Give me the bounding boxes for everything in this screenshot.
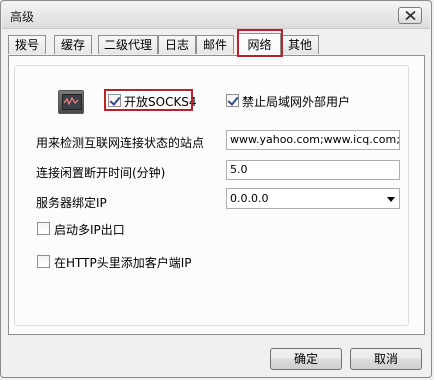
bind-ip-label: 服务器绑定IP	[36, 196, 107, 210]
tab-mail[interactable]: 邮件	[196, 35, 234, 54]
tab-network[interactable]: 网络	[238, 33, 281, 56]
multi-ip-exit-checkbox[interactable]	[37, 222, 50, 235]
tab-dialup[interactable]: 拨号	[8, 35, 46, 54]
block-lan-external-label[interactable]: 禁止局域网外部用户	[242, 93, 350, 110]
chevron-down-icon	[387, 197, 395, 202]
connectivity-check-sites-label: 用来检测互联网连接状态的站点	[36, 136, 205, 150]
tab-label: 网络	[247, 38, 272, 52]
network-monitor-icon	[58, 90, 84, 114]
cancel-button[interactable]: 取消	[350, 348, 422, 370]
connectivity-check-sites-input[interactable]: www.yahoo.com;www.icq.com;www	[226, 130, 400, 150]
tab-label: 邮件	[202, 38, 227, 52]
tab-label: 拨号	[14, 38, 39, 52]
enable-socks4-checkbox[interactable]	[108, 94, 121, 107]
tab-label: 日志	[164, 38, 189, 52]
multi-ip-exit-label[interactable]: 启动多IP出口	[54, 221, 125, 238]
window-title: 高级	[10, 10, 35, 24]
idle-disconnect-label: 连接闲置断开时间(分钟)	[36, 166, 166, 180]
tab-other[interactable]: 其他	[281, 35, 319, 54]
tab-label: 其他	[287, 38, 312, 52]
tab-secondary-proxy[interactable]: 二级代理	[98, 35, 158, 54]
tab-log[interactable]: 日志	[158, 35, 196, 54]
tab-cache[interactable]: 缓存	[54, 35, 92, 54]
close-icon	[405, 11, 416, 20]
title-bar: 高级	[2, 2, 430, 29]
enable-socks4-label[interactable]: 开放SOCKS4	[124, 93, 197, 110]
waveform-icon	[63, 96, 79, 106]
ok-button[interactable]: 确定	[270, 348, 342, 370]
bind-ip-value: 0.0.0.0	[230, 192, 269, 205]
idle-disconnect-input[interactable]: 5.0	[226, 160, 400, 180]
bind-ip-select[interactable]: 0.0.0.0	[226, 188, 400, 209]
tab-label: 二级代理	[103, 38, 152, 52]
close-button[interactable]	[398, 7, 422, 24]
tab-label: 缓存	[60, 38, 85, 52]
add-client-ip-header-label[interactable]: 在HTTP头里添加客户端IP	[54, 254, 192, 271]
add-client-ip-header-checkbox[interactable]	[37, 255, 50, 268]
block-lan-external-checkbox[interactable]	[226, 94, 239, 107]
